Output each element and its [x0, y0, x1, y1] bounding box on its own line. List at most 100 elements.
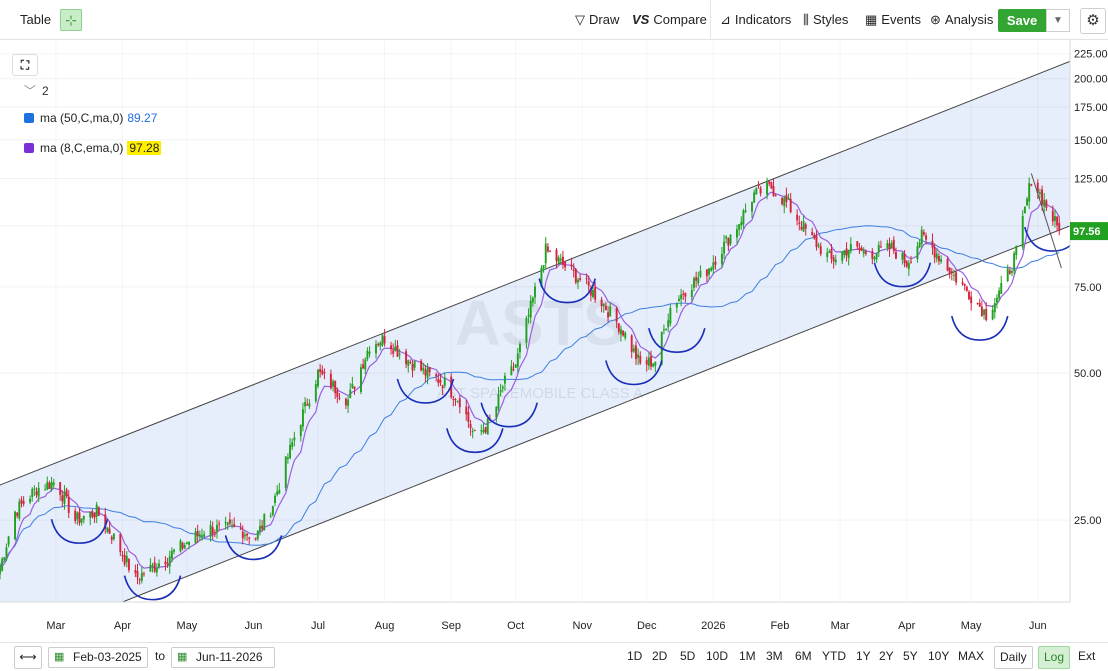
indicators-button[interactable]: ⊿ Indicators — [720, 10, 791, 30]
candle-body — [843, 250, 846, 256]
candle-body — [503, 375, 506, 384]
chart-area[interactable]: ASTS AST SPACEMOBILE CLASS A 225.00 200.0… — [0, 40, 1108, 647]
log-scale-toggle[interactable]: Log — [1038, 646, 1071, 669]
table-button[interactable]: Table — [20, 10, 51, 30]
range-button-1y[interactable]: 1Y — [856, 649, 871, 663]
styles-button[interactable]: ⫼ Styles — [803, 10, 848, 30]
candle-body — [166, 562, 169, 564]
candle-body — [585, 278, 588, 280]
x-tick-label: Apr — [898, 620, 915, 632]
candle-body — [256, 530, 259, 539]
candle-body — [916, 246, 919, 260]
candle-body — [0, 567, 1, 575]
candle-body — [216, 524, 218, 532]
range-button-6m[interactable]: 6M — [795, 649, 812, 663]
legend-item-ma50[interactable]: ma (50,C,ma,0) 89.27 — [24, 109, 157, 127]
candle-body — [344, 398, 347, 406]
candle-body — [946, 259, 949, 271]
candle-body — [271, 505, 274, 515]
candle-body — [211, 527, 214, 535]
candle-body — [860, 247, 863, 251]
candle-body — [334, 381, 337, 394]
range-button-1d[interactable]: 1D — [627, 649, 642, 663]
range-button-3m[interactable]: 3M — [766, 649, 783, 663]
candle-body — [413, 361, 416, 368]
draw-button[interactable]: ▽ Draw — [575, 10, 619, 30]
range-button-5d[interactable]: 5D — [680, 649, 695, 663]
candle-body — [422, 367, 425, 371]
candle-body — [119, 533, 122, 553]
candle-body — [639, 356, 642, 364]
candle-body — [20, 499, 23, 504]
analysis-button[interactable]: ⊛ Analysis — [930, 10, 993, 30]
styles-label: Styles — [812, 12, 849, 27]
candle-body — [136, 571, 139, 578]
range-button-10d[interactable]: 10D — [706, 649, 728, 663]
candle-body — [44, 489, 47, 491]
save-dropdown-chevron-icon[interactable]: ▼ — [1046, 9, 1070, 32]
save-button[interactable]: Save — [998, 9, 1046, 32]
legend-collapse[interactable]: ﹀ 2 — [24, 82, 49, 99]
events-button[interactable]: ▦ Events — [865, 10, 921, 30]
candle-body — [1045, 200, 1048, 208]
period-daily-button[interactable]: Daily — [994, 646, 1033, 669]
candle-body — [910, 261, 912, 263]
candle-body — [875, 253, 878, 260]
candle-body — [213, 531, 216, 533]
candle-body — [675, 303, 678, 308]
y-axis: 225.00200.00175.00150.00125.00100.0075.0… — [1074, 49, 1108, 527]
candle-body — [289, 444, 292, 459]
candle-body — [918, 242, 921, 248]
candle-body — [570, 264, 573, 267]
candle-body — [736, 229, 738, 238]
candle-body — [645, 360, 648, 365]
candle-body — [329, 373, 332, 389]
extended-hours-toggle[interactable]: Ext — [1073, 646, 1100, 669]
x-tick-label: Feb — [770, 620, 789, 632]
candle-body — [383, 336, 386, 344]
range-button-2y[interactable]: 2Y — [879, 649, 894, 663]
gear-icon[interactable]: ⚙ — [1080, 8, 1106, 34]
candle-body — [755, 187, 758, 195]
range-button-5y[interactable]: 5Y — [903, 649, 918, 663]
range-button-2d[interactable]: 2D — [652, 649, 667, 663]
candle-body — [1006, 268, 1009, 282]
candle-body — [319, 369, 322, 372]
candle-body — [549, 250, 552, 252]
candle-body — [359, 367, 362, 393]
candle-body — [226, 522, 229, 526]
range-button-10y[interactable]: 10Y — [928, 649, 949, 663]
candle-body — [188, 542, 191, 545]
crosshair-icon[interactable]: ⊹ — [60, 9, 82, 31]
candle-body — [699, 270, 702, 277]
price-chart[interactable]: ASTS AST SPACEMOBILE CLASS A 225.00200.0… — [0, 40, 1108, 642]
candle-body — [317, 369, 319, 387]
candle-body — [774, 195, 777, 197]
range-button-max[interactable]: MAX — [958, 649, 984, 663]
candle-body — [830, 249, 833, 259]
candle-body — [834, 259, 837, 263]
candle-body — [110, 536, 113, 540]
from-date: Feb-03-2025 — [73, 650, 142, 664]
candle-body — [465, 406, 468, 415]
candle-body — [377, 343, 380, 346]
candle-body — [89, 511, 92, 518]
from-date-field[interactable]: ▦ Feb-03-2025 — [48, 647, 148, 668]
candle-body — [299, 425, 302, 437]
candle-body — [828, 251, 831, 253]
candle-body — [1000, 283, 1003, 294]
candle-body — [937, 255, 940, 262]
range-button-1m[interactable]: 1M — [739, 649, 756, 663]
fit-range-icon[interactable]: ⟷ — [14, 646, 42, 669]
chevron-down-icon: ﹀ — [24, 84, 37, 98]
y-tick-label: 25.00 — [1074, 515, 1102, 527]
range-button-ytd[interactable]: YTD — [822, 649, 846, 663]
legend-item-ema8[interactable]: ma (8,C,ema,0) 97.28 — [24, 139, 162, 157]
compare-button[interactable]: VS Compare — [632, 10, 707, 30]
candle-body — [332, 381, 334, 387]
candle-body — [134, 570, 137, 573]
fullscreen-icon[interactable]: ⛶ — [12, 54, 38, 76]
candle-body — [940, 259, 943, 262]
to-date-field[interactable]: ▦ Jun-11-2026 — [171, 647, 275, 668]
candle-body — [97, 507, 100, 516]
